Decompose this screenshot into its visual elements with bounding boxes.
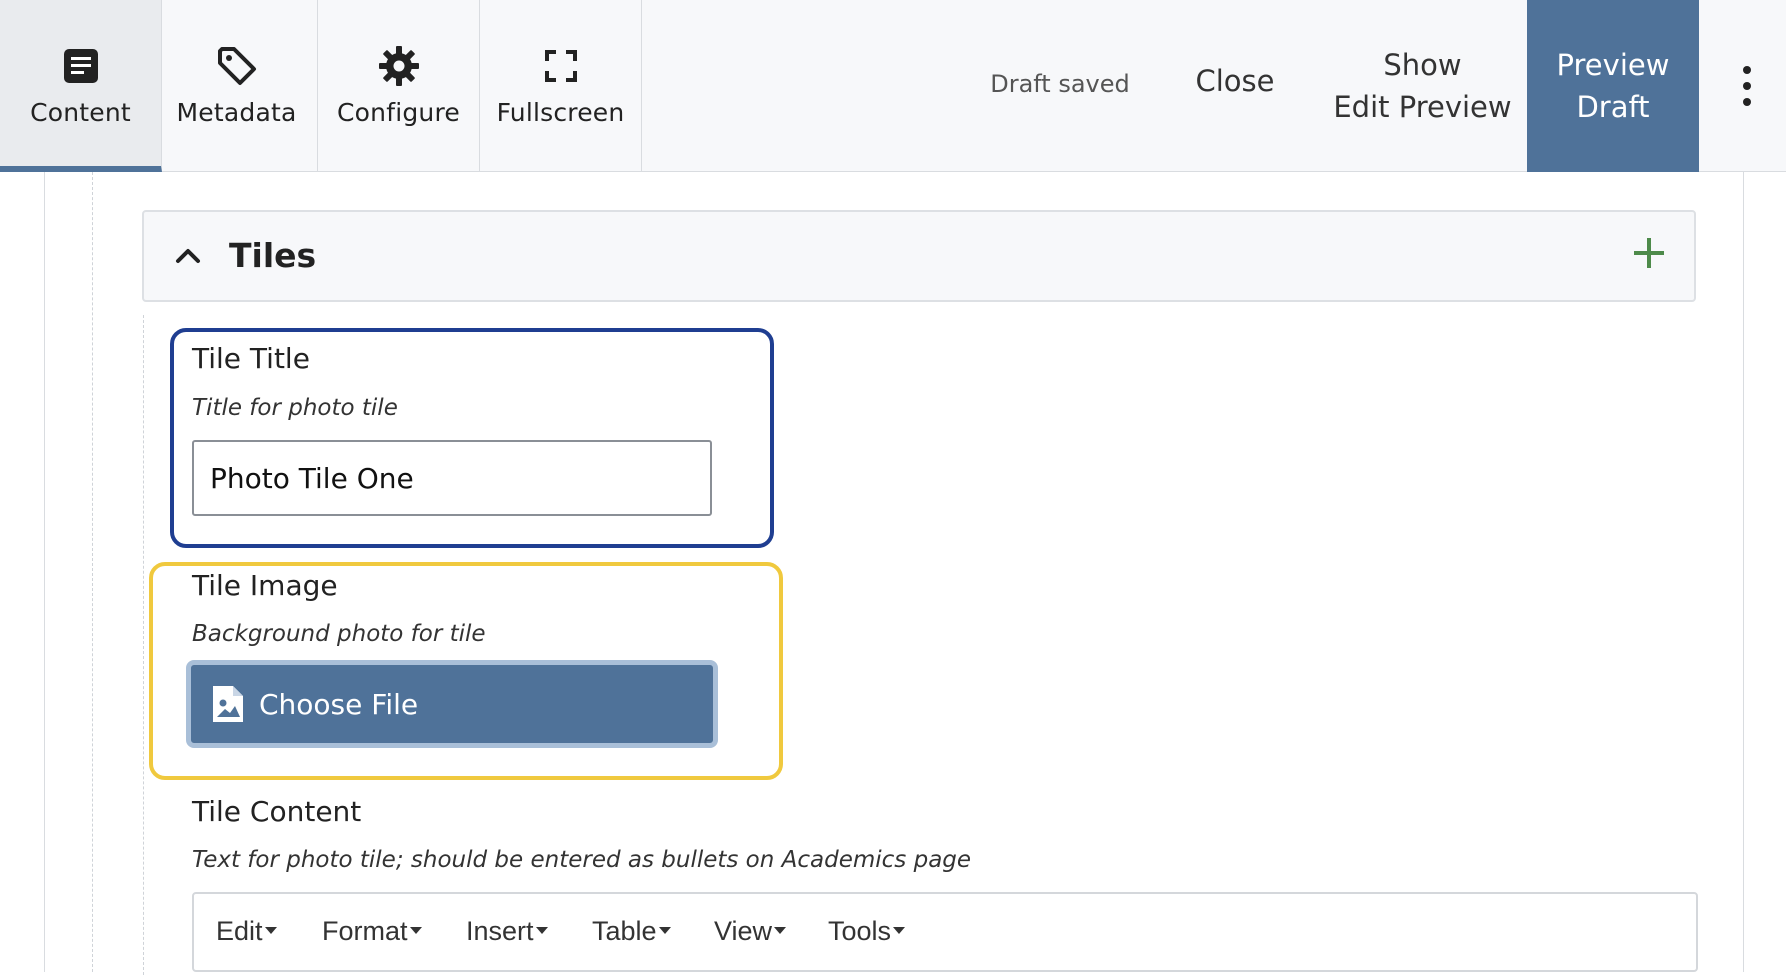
editor-menu-tools[interactable]: Tools xyxy=(828,916,906,947)
editor-toolbar: Content Metadata Configure Fullscreen Dr… xyxy=(0,0,1786,172)
tab-configure[interactable]: Configure xyxy=(318,0,480,172)
rich-text-editor: Edit Format Insert Table View Tools xyxy=(192,892,1698,972)
tile-image-label: Tile Image xyxy=(192,569,338,602)
nesting-guide xyxy=(92,172,93,972)
show-edit-preview-line2: Edit Preview xyxy=(1333,90,1512,124)
more-options-icon[interactable] xyxy=(1724,66,1770,106)
preview-draft-button[interactable]: Preview Draft xyxy=(1527,0,1699,172)
tile-title-help: Title for photo tile xyxy=(192,395,398,421)
tab-metadata-label: Metadata xyxy=(176,98,297,127)
close-button[interactable]: Close xyxy=(1175,64,1295,98)
preview-draft-line2: Draft xyxy=(1576,90,1650,124)
tile-title-label: Tile Title xyxy=(192,342,310,375)
tab-configure-label: Configure xyxy=(337,98,460,127)
tile-content-help: Text for photo tile; should be entered a… xyxy=(192,847,972,873)
tab-content[interactable]: Content xyxy=(0,0,162,172)
nesting-guide-inner xyxy=(143,315,144,975)
editor-menu-table[interactable]: Table xyxy=(592,916,671,947)
caret-down-icon xyxy=(893,927,906,935)
editor-menu-format[interactable]: Format xyxy=(322,916,422,947)
tab-content-label: Content xyxy=(30,98,131,127)
tile-title-input[interactable] xyxy=(192,440,712,516)
tile-image-help: Background photo for tile xyxy=(192,621,486,647)
add-icon[interactable] xyxy=(1632,236,1666,274)
show-edit-preview-line1: Show xyxy=(1383,48,1462,82)
editor-menu-view[interactable]: View xyxy=(714,916,787,947)
gear-icon xyxy=(377,44,421,88)
caret-down-icon xyxy=(264,927,277,935)
choose-file-button[interactable]: Choose File xyxy=(186,660,718,748)
choose-file-label: Choose File xyxy=(259,687,419,721)
tab-fullscreen-label: Fullscreen xyxy=(496,98,625,127)
tile-content-label: Tile Content xyxy=(192,795,362,828)
show-edit-preview-button[interactable]: Show Edit Preview xyxy=(1330,44,1515,128)
tab-metadata[interactable]: Metadata xyxy=(156,0,318,172)
fullscreen-icon xyxy=(539,44,583,88)
chevron-up-icon[interactable] xyxy=(174,242,202,274)
section-title: Tiles xyxy=(229,236,317,275)
save-status: Draft saved xyxy=(990,70,1130,98)
tag-icon xyxy=(215,44,259,88)
caret-down-icon xyxy=(658,927,671,935)
caret-down-icon xyxy=(774,927,787,935)
caret-down-icon xyxy=(535,927,548,935)
tab-fullscreen[interactable]: Fullscreen xyxy=(480,0,642,172)
preview-draft-line1: Preview xyxy=(1556,48,1670,82)
editor-menu-edit[interactable]: Edit xyxy=(216,916,277,947)
tiles-section-header: Tiles xyxy=(142,210,1696,302)
editor-menu-insert[interactable]: Insert xyxy=(466,916,548,947)
file-image-icon xyxy=(211,684,245,724)
caret-down-icon xyxy=(409,927,422,935)
document-icon xyxy=(59,44,103,88)
